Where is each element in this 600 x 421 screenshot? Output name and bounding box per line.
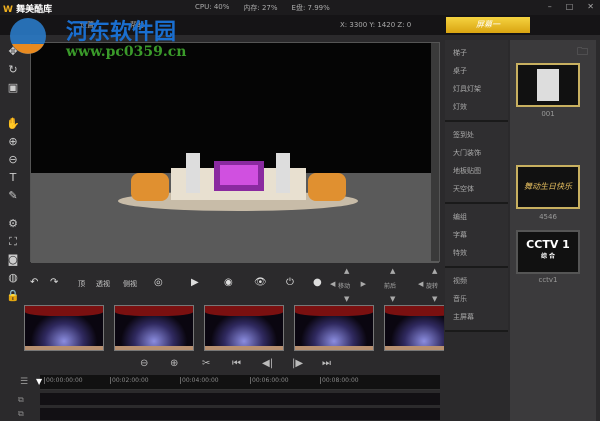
asset-panel: 🗀 001 舞动生日快乐 4546 CCTV 1综 合 cctv1 [510, 40, 596, 421]
category-group: 编组 字幕 特效 [445, 204, 508, 268]
hand-icon[interactable]: ✋ [5, 116, 21, 131]
category-item[interactable]: 梯子 [453, 44, 500, 62]
viewport-scrollbar[interactable] [431, 43, 439, 261]
text-icon[interactable]: T [5, 170, 21, 185]
3d-viewport[interactable] [30, 42, 440, 263]
view-side-button[interactable]: 侧视 [123, 279, 137, 289]
time-tick: 00:02:00:00 [110, 377, 149, 384]
category-item[interactable]: 灯效 [453, 98, 500, 116]
screen-select-button[interactable]: 屏幕一 [446, 17, 530, 33]
title-bar: W 舞美酷库 CPU: 40% 内存: 27% E盘: 7.99% – □ ✕ [0, 0, 600, 15]
disk-stat: E盘: 7.99% [291, 4, 330, 12]
zoom-out-icon[interactable]: ⊖ [140, 358, 148, 369]
timeline-controls: ⊖ ⊕ ✂ ⏮ ◀| |▶ ⏭ [140, 358, 340, 372]
scene-frame[interactable] [114, 305, 194, 351]
scene-frame[interactable] [294, 305, 374, 351]
time-tick: 00:00:00:00 [44, 377, 83, 384]
list-icon[interactable]: ☰ [20, 377, 28, 387]
time-tick: 00:08:00:00 [320, 377, 359, 384]
asset-thumbnail[interactable] [516, 63, 580, 107]
maximize-button[interactable]: □ [566, 2, 574, 11]
time-tick: 00:04:00:00 [180, 377, 219, 384]
asset-label: 4546 [539, 213, 557, 221]
folder-icon[interactable]: 🗀 [577, 43, 588, 62]
refresh-icon[interactable]: ◎ [154, 277, 163, 288]
minimize-button[interactable]: – [548, 2, 552, 11]
eye-icon[interactable]: 👁 [254, 277, 267, 288]
zoom-in-icon[interactable]: ⊕ [5, 134, 21, 149]
fullscreen-icon[interactable]: ⛶ [5, 234, 21, 249]
cpu-stat: CPU: 40% [195, 3, 230, 11]
skip-start-icon[interactable]: ⏮ [232, 358, 241, 369]
play-icon[interactable]: ▶ [191, 277, 199, 288]
rotate-dpad[interactable]: ▲ ▼ ◀ 旋转 [418, 267, 454, 303]
category-item[interactable]: 字幕 [453, 226, 500, 244]
category-item[interactable]: 地板贴图 [453, 162, 500, 180]
timeline-track[interactable] [40, 393, 440, 405]
move-dpad[interactable]: ▲ ▼ ◀ ▶ 移动 [330, 267, 366, 303]
step-back-icon[interactable]: ◀| [262, 358, 273, 369]
effect-icon[interactable]: ● [313, 277, 322, 288]
category-item[interactable]: 视频 [453, 272, 500, 290]
view-perspective-button[interactable]: 透视 [96, 279, 110, 289]
stage-model [118, 153, 358, 211]
asset-thumbnail[interactable]: 舞动生日快乐 [516, 165, 580, 209]
asset-label: cctv1 [538, 276, 558, 284]
undo-icon[interactable]: ↶ [30, 277, 38, 288]
view-top-button[interactable]: 顶 [78, 279, 85, 289]
asset-thumbnail[interactable]: CCTV 1综 合 [516, 230, 580, 274]
system-stats: CPU: 40% 内存: 27% E盘: 7.99% [195, 3, 330, 13]
category-item[interactable]: 大门装饰 [453, 144, 500, 162]
move-icon[interactable]: ✥ [5, 44, 21, 59]
cut-icon[interactable]: ✂ [202, 358, 210, 369]
timeline-ruler[interactable]: ▼ 00:00:00:00 00:02:00:00 00:04:00:00 00… [36, 375, 440, 390]
category-group: 签到处 大门装饰 地板贴图 天空体 [445, 122, 508, 204]
timeline-track[interactable] [40, 408, 440, 420]
redo-icon[interactable]: ↷ [50, 277, 58, 288]
category-item[interactable]: 音乐 [453, 290, 500, 308]
category-item[interactable]: 特效 [453, 244, 500, 262]
app-logo: W 舞美酷库 [3, 5, 53, 15]
scene-frame[interactable] [204, 305, 284, 351]
scene-filmstrip [24, 305, 444, 353]
scene-frame[interactable] [24, 305, 104, 351]
category-item[interactable]: 签到处 [453, 126, 500, 144]
rotate-icon[interactable]: ↻ [5, 62, 21, 77]
category-item[interactable]: 桌子 [453, 62, 500, 80]
category-item[interactable]: 天空体 [453, 180, 500, 198]
gear-icon[interactable]: ⚙ [5, 216, 21, 231]
close-button[interactable]: ✕ [587, 2, 594, 11]
scale-icon[interactable]: ▣ [5, 80, 21, 95]
lock-icon[interactable]: 🔒 [5, 288, 21, 303]
depth-dpad[interactable]: ▲ ▼ 前后 [376, 267, 412, 303]
step-forward-icon[interactable]: |▶ [292, 358, 303, 369]
track-icon: ⧉ [18, 409, 24, 418]
menu-help[interactable]: 帮助 [130, 20, 144, 30]
zoom-out-icon[interactable]: ⊖ [5, 152, 21, 167]
playhead[interactable]: ▼ [36, 377, 42, 386]
time-tick: 00:06:00:00 [250, 377, 289, 384]
camera-icon[interactable]: ◙ [5, 252, 21, 267]
control-bar: ↶ ↷ 顶 透视 侧视 ◎ ▶ ◉ 👁 ⏻ ● ▲ ▼ ◀ ▶ 移动 ▲ ▼ 前后 ▲ ▼ ◀ 旋… [26, 265, 446, 303]
record-icon[interactable]: ◉ [224, 277, 233, 288]
globe-icon[interactable]: ◍ [5, 270, 21, 285]
edit-icon[interactable]: ✎ [5, 188, 21, 203]
menu-settings[interactable]: 设置 [80, 20, 94, 30]
coordinate-readout: X: 3300 Y: 1420 Z: 0 [340, 21, 412, 29]
category-item[interactable]: 编组 [453, 208, 500, 226]
category-item[interactable]: 主屏幕 [453, 308, 500, 326]
power-icon[interactable]: ⏻ [286, 277, 294, 288]
left-toolbar: ✥ ↻ ▣ ✋ ⊕ ⊖ T ✎ ⚙ ⛶ ◙ ◍ 🔒 [0, 40, 26, 350]
scene-frame[interactable] [384, 305, 444, 351]
memory-stat: 内存: 27% [243, 4, 278, 12]
category-item[interactable]: 灯具灯架 [453, 80, 500, 98]
track-icon: ⧉ [18, 395, 24, 404]
asset-label: 001 [541, 110, 555, 118]
category-panel: 梯子 桌子 灯具灯架 灯效 签到处 大门装饰 地板贴图 天空体 编组 字幕 特效… [445, 40, 508, 352]
skip-end-icon[interactable]: ⏭ [322, 358, 331, 369]
category-group: 视频 音乐 主屏幕 [445, 268, 508, 332]
category-group: 梯子 桌子 灯具灯架 灯效 [445, 40, 508, 122]
zoom-in-icon[interactable]: ⊕ [170, 358, 178, 369]
